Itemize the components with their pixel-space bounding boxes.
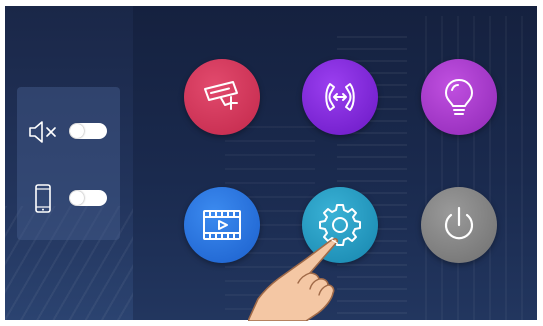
pointing-hand-icon — [248, 237, 339, 321]
power-button[interactable] — [421, 187, 497, 263]
security-camera-icon — [204, 81, 238, 110]
video-playback-icon — [203, 210, 241, 240]
light-bulb-icon — [445, 79, 473, 115]
phone-row — [17, 178, 120, 218]
phone-toggle[interactable] — [69, 190, 107, 206]
call-transfer-icon — [325, 83, 355, 111]
quick-settings-panel — [17, 87, 120, 240]
power-icon — [444, 206, 474, 240]
call-transfer-button[interactable] — [302, 59, 378, 135]
background-building — [425, 16, 537, 320]
mute-row — [17, 111, 120, 151]
toggle-knob — [70, 191, 84, 205]
toggle-knob — [70, 124, 84, 138]
mute-toggle[interactable] — [69, 123, 107, 139]
light-button[interactable] — [421, 59, 497, 135]
phone-icon — [35, 184, 51, 213]
speaker-mute-icon — [29, 121, 56, 143]
camera-button[interactable] — [184, 59, 260, 135]
